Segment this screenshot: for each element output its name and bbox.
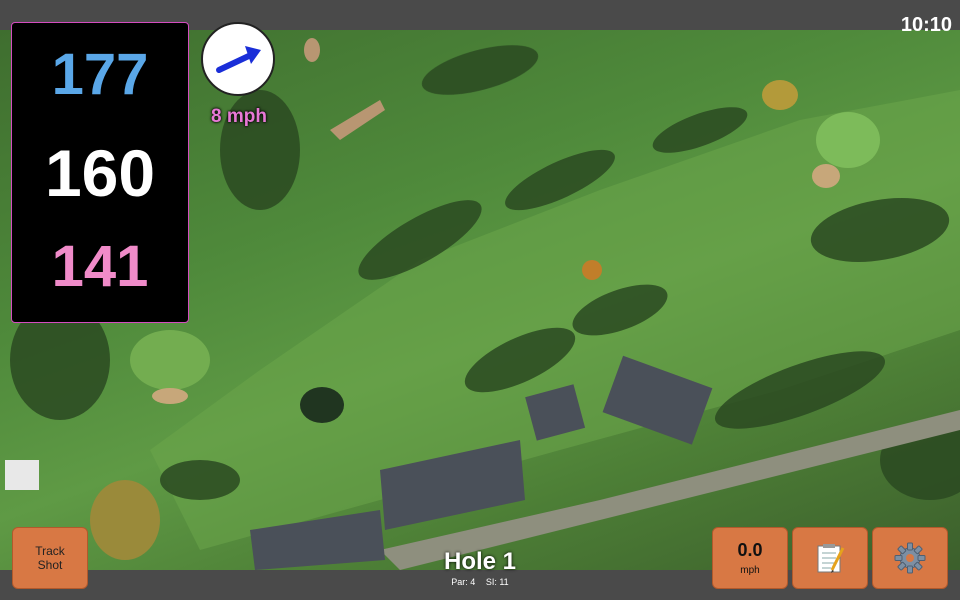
distance-front: 141 <box>51 234 149 299</box>
distance-back: 177 <box>51 42 149 107</box>
notes-button[interactable] <box>792 527 868 589</box>
hole-title: Hole 1 <box>443 548 517 575</box>
hole-par: Par: 4 <box>451 577 476 587</box>
speed-button[interactable]: 0.0 mph <box>712 527 788 589</box>
settings-button[interactable] <box>872 527 948 589</box>
hole-stroke-index: SI: 11 <box>485 577 509 587</box>
hole-info: Par: 4 SI: 11 <box>380 577 580 587</box>
distance-middle: 160 <box>44 136 156 210</box>
wind-indicator <box>201 22 275 96</box>
track-shot-button[interactable]: Track Shot <box>12 527 88 589</box>
speed-unit: mph <box>740 565 760 576</box>
track-shot-label-line1: Track <box>35 544 65 558</box>
distance-panel: 177 160 141 <box>11 22 189 323</box>
track-shot-label-line2: Shot <box>37 558 63 572</box>
wind-speed: 8 mph <box>211 106 267 127</box>
clock: 10:10 <box>900 14 952 36</box>
notepad-icon <box>817 544 845 573</box>
speed-value: 0.0 <box>737 540 763 560</box>
wind-arrow-icon <box>216 46 261 73</box>
gear-icon <box>894 542 926 574</box>
